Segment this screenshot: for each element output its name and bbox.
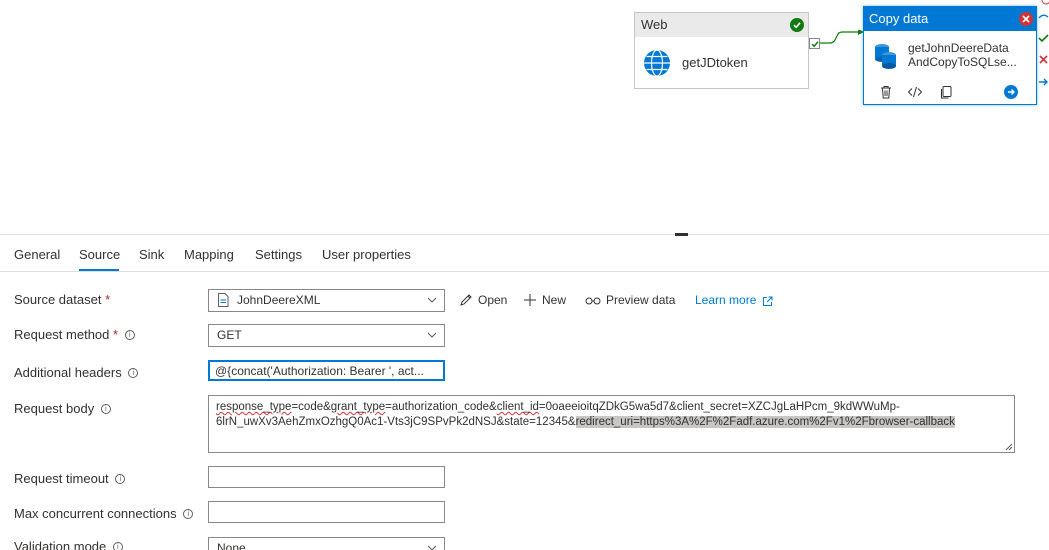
chevron-down-icon [427, 332, 437, 338]
trash-icon[interactable] [878, 84, 894, 100]
request-body-label: Request body i [14, 401, 111, 416]
source-dataset-value: JohnDeereXML [237, 293, 321, 307]
tab-mapping[interactable]: Mapping [184, 247, 234, 262]
max-concurrent-label: Max concurrent connections i [14, 506, 194, 521]
copy-data-activity-node[interactable]: Copy data getJohnDeereData AndCopyToSQLs… [863, 6, 1037, 105]
rerun-arrow-icon[interactable] [1038, 11, 1049, 23]
request-timeout-label: Request timeout i [14, 471, 126, 486]
success-connector-arrow[interactable] [820, 30, 866, 46]
web-activity-node[interactable]: Web getJDtoken [634, 12, 809, 89]
additional-headers-value: @{concat('Authorization: Bearer ', act..… [215, 364, 424, 378]
request-body-line-2: 6lrN_uwXv3AehZmxOzhgQ0Ac1-Vts3jC9SPvPk2d… [216, 416, 955, 428]
external-link-icon [762, 296, 773, 306]
info-icon: i [115, 474, 126, 484]
success-check-icon[interactable] [1038, 32, 1049, 44]
active-tab-indicator [79, 269, 119, 271]
code-icon[interactable] [907, 84, 923, 100]
open-dataset-link[interactable]: Open [459, 293, 507, 307]
web-activity-header: Web [635, 13, 808, 37]
success-check-icon [790, 18, 804, 32]
web-success-port[interactable] [809, 38, 820, 49]
chevron-down-icon [427, 545, 437, 550]
pipeline-canvas[interactable]: Web getJDtoken Copy data getJohnDeereDat… [0, 0, 1049, 234]
check-icon [811, 41, 819, 48]
arrow-right-icon[interactable] [1004, 85, 1018, 99]
source-dataset-label: Source dataset * [14, 292, 111, 307]
validation-mode-dropdown[interactable]: None [208, 537, 445, 550]
pencil-icon [460, 294, 472, 306]
copy-activity-type-label: Copy data [869, 11, 929, 26]
tab-user-properties[interactable]: User properties [322, 247, 411, 262]
delete-x-icon[interactable] [1019, 12, 1033, 26]
request-timeout-input[interactable] [208, 466, 445, 488]
source-dataset-dropdown[interactable]: JohnDeereXML [208, 289, 445, 312]
learn-more-link[interactable]: Learn more [695, 293, 778, 307]
max-concurrent-input[interactable] [208, 501, 445, 523]
web-activity-type-label: Web [641, 17, 668, 32]
request-body-textarea[interactable]: response_type=code&grant_type=authorizat… [208, 395, 1015, 453]
new-dataset-link[interactable]: New [523, 293, 566, 307]
glasses-icon [585, 297, 601, 305]
chevron-down-icon [427, 297, 437, 303]
validation-mode-label: Validation mode i [14, 539, 123, 550]
request-body-line-1: response_type=code&grant_type=authorizat… [216, 401, 900, 413]
completion-arrow-icon[interactable] [1038, 76, 1049, 88]
info-icon: i [128, 368, 139, 378]
plus-icon [524, 294, 536, 306]
copy-activity-name-line2: AndCopyToSQLse... [908, 55, 1017, 69]
selected-text: redirect_uri=https%3A%2F%2Fadf.azure.com… [575, 416, 955, 428]
tab-sink[interactable]: Sink [139, 247, 164, 262]
request-method-dropdown[interactable]: GET [208, 324, 445, 347]
clone-icon[interactable] [938, 84, 954, 100]
additional-headers-label: Additional headers i [14, 365, 139, 380]
properties-tabs: General Source Sink Mapping Settings Use… [0, 236, 1049, 272]
copy-database-icon [875, 44, 896, 69]
tab-general[interactable]: General [14, 247, 60, 262]
info-icon: i [112, 542, 123, 550]
dataset-file-icon [218, 293, 229, 307]
additional-headers-input[interactable]: @{concat('Authorization: Bearer ', act..… [208, 360, 445, 381]
copy-activity-header: Copy data [864, 7, 1036, 31]
copy-activity-name-line1: getJohnDeereData [908, 41, 1009, 55]
info-icon: i [183, 509, 194, 519]
info-icon: i [124, 330, 135, 340]
request-method-value: GET [217, 328, 242, 342]
tab-source[interactable]: Source [79, 247, 120, 262]
request-method-label: Request method * i [14, 327, 135, 342]
validation-mode-value: None [217, 541, 246, 550]
preview-data-link[interactable]: Preview data [585, 293, 675, 307]
tab-settings[interactable]: Settings [255, 247, 302, 262]
resize-handle-icon[interactable] [1005, 443, 1013, 451]
failure-x-icon[interactable] [1038, 54, 1049, 66]
info-icon: i [100, 404, 111, 414]
panel-splitter[interactable] [0, 234, 1049, 235]
web-activity-name: getJDtoken [682, 55, 748, 70]
globe-icon [644, 49, 670, 77]
